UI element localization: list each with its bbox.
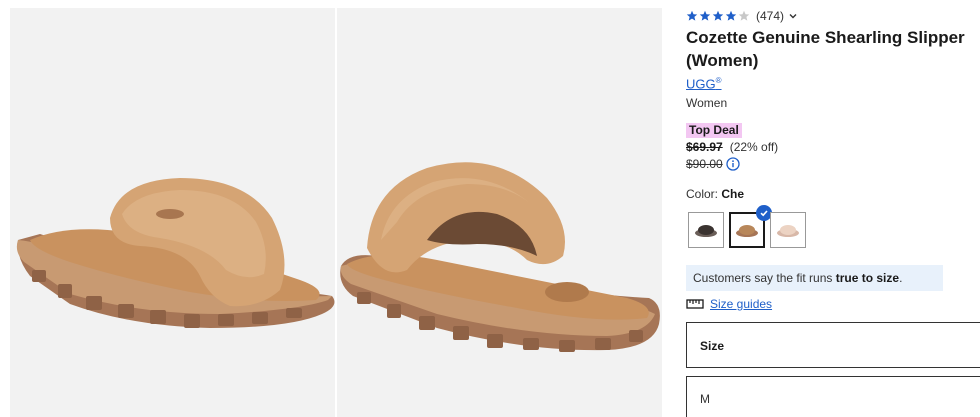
size-guides-link[interactable]: Size guides xyxy=(710,297,772,311)
product-image-back[interactable] xyxy=(337,8,662,417)
swatch-chestnut[interactable] xyxy=(729,205,772,248)
color-label: Color: Che xyxy=(686,187,745,201)
discount-percent: (22% off) xyxy=(729,140,779,154)
department-label: Women xyxy=(686,96,728,110)
fit-feedback: Customers say the fit runs true to size. xyxy=(686,265,943,291)
star-icon xyxy=(686,10,698,21)
brand-link[interactable]: UGG® xyxy=(686,76,722,91)
slipper-back-image xyxy=(340,162,660,352)
product-image-front[interactable] xyxy=(10,8,335,417)
rating-summary[interactable]: (474) xyxy=(686,9,798,23)
chevron-down-icon[interactable] xyxy=(788,11,798,21)
size-heading: Size xyxy=(686,322,980,368)
slipper-thumbnail-icon xyxy=(777,225,799,237)
slipper-thumbnail-icon xyxy=(736,225,758,237)
price-row: $69.97 (22% off) xyxy=(686,140,778,154)
color-swatches xyxy=(688,205,806,248)
product-title: Cozette Genuine Shearling Slipper (Women… xyxy=(686,28,965,70)
selected-color: Che xyxy=(721,187,745,201)
registered-mark: ® xyxy=(715,76,722,85)
original-price: $90.00 xyxy=(686,157,723,171)
size-option-m[interactable]: M xyxy=(686,376,980,417)
sale-price: $69.97 xyxy=(686,140,723,154)
star-icon xyxy=(699,10,711,21)
star-icon xyxy=(738,10,750,21)
star-icon xyxy=(712,10,724,21)
swatch-pink[interactable] xyxy=(770,212,806,248)
star-rating xyxy=(686,10,750,22)
ruler-icon xyxy=(686,299,704,309)
slipper-thumbnail-icon xyxy=(695,225,717,237)
size-guide-row[interactable]: Size guides xyxy=(686,297,772,311)
swatch-black[interactable] xyxy=(688,212,724,248)
slipper-front-image xyxy=(16,178,335,328)
star-icon xyxy=(725,10,737,21)
info-icon[interactable] xyxy=(726,157,740,171)
review-count: (474) xyxy=(756,9,785,23)
top-deal-badge: Top Deal xyxy=(686,123,742,138)
original-price-row: $90.00 xyxy=(686,157,740,171)
